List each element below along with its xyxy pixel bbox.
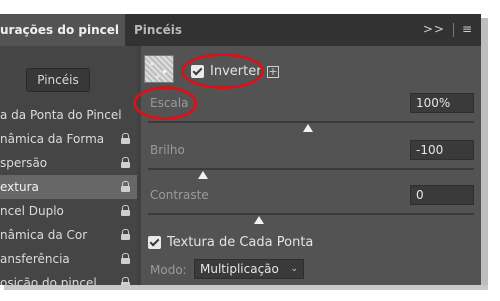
brushes-button[interactable]: Pincéis <box>26 68 90 92</box>
new-pattern-icon[interactable]: + <box>267 66 279 78</box>
tab-bar: urações do pincel Pincéis >> ≡ <box>0 14 481 46</box>
modo-select-value: Multiplicação <box>200 262 279 276</box>
sidebar-item-transfer[interactable]: ansferência <box>0 247 137 271</box>
tab-brushes[interactable]: Pincéis <box>134 23 182 37</box>
escala-slider-track[interactable] <box>148 121 474 123</box>
sidebar-item-label: nâmica da Cor <box>0 228 88 242</box>
sidebar-item-color-dynamics[interactable]: nâmica da Cor <box>0 223 137 247</box>
sidebar-item-shape-dynamics[interactable]: nâmica da Forma <box>0 127 137 151</box>
sidebar-item-label: ncel Duplo <box>0 204 64 218</box>
texture-pattern-swatch[interactable] <box>144 55 174 83</box>
escala-slider-handle[interactable] <box>302 124 313 132</box>
sidebar-item-dual-brush[interactable]: ncel Duplo <box>0 199 137 223</box>
sidebar-item-texture[interactable]: extura <box>0 175 137 199</box>
lock-icon[interactable] <box>121 205 130 216</box>
sidebar-item-brush-tip-shape[interactable]: a da Ponta do Pincel <box>0 103 137 127</box>
lock-icon[interactable] <box>121 253 130 264</box>
sidebar-item-label: osição do pincel <box>0 276 97 285</box>
lock-icon[interactable] <box>121 133 130 144</box>
escala-highlight-ring <box>133 86 197 120</box>
chevron-down-icon: ⌄ <box>290 264 298 274</box>
sidebar-item-label: spersão <box>0 156 48 170</box>
inverter-highlight-ring <box>181 53 264 89</box>
textura-cada-ponta-label: Textura de Cada Ponta <box>167 235 314 250</box>
sidebar-item-scattering[interactable]: spersão <box>0 151 137 175</box>
brilho-label: Brilho <box>150 143 185 157</box>
panel-shadow-bottom <box>4 285 488 290</box>
tab-bar-icons: >> ≡ <box>423 22 473 37</box>
lock-icon[interactable] <box>121 277 130 285</box>
contraste-slider-track[interactable] <box>148 213 474 215</box>
modo-label: Modo: <box>150 263 187 277</box>
sidebar-item-label: extura <box>0 180 39 194</box>
sidebar-item-label: ansferência <box>0 252 70 266</box>
contraste-slider-handle[interactable] <box>253 216 264 224</box>
sidebar-scrollbar[interactable] <box>137 46 141 285</box>
lock-icon[interactable] <box>121 157 130 168</box>
textura-cada-ponta-checkbox[interactable] <box>148 236 161 249</box>
panel-shadow-right <box>481 18 488 288</box>
brush-settings-sidebar: Pincéis a da Ponta do Pincel nâmica da F… <box>0 46 137 285</box>
double-chevron-right-icon[interactable]: >> <box>423 22 445 36</box>
lock-icon[interactable] <box>121 229 130 240</box>
tab-brush-settings-label: urações do pincel <box>0 23 119 37</box>
modo-select[interactable]: Multiplicação ⌄ <box>194 259 304 279</box>
contraste-label: Contraste <box>150 188 209 202</box>
sidebar-item-label: nâmica da Forma <box>0 132 105 146</box>
brilho-slider-handle[interactable] <box>198 171 209 179</box>
sidebar-item-brush-pose[interactable]: osição do pincel <box>0 271 137 285</box>
brilho-slider-track[interactable] <box>148 168 474 170</box>
lock-icon[interactable] <box>121 181 130 192</box>
brilho-input[interactable]: -100 <box>410 140 474 160</box>
escala-input[interactable]: 100% <box>410 93 474 113</box>
tab-bar-divider <box>452 22 454 37</box>
contraste-input[interactable]: 0 <box>410 185 474 205</box>
hamburger-menu-icon[interactable]: ≡ <box>462 22 473 36</box>
tab-brush-settings[interactable]: urações do pincel <box>0 14 125 46</box>
sidebar-item-label: a da Ponta do Pincel <box>0 108 122 122</box>
